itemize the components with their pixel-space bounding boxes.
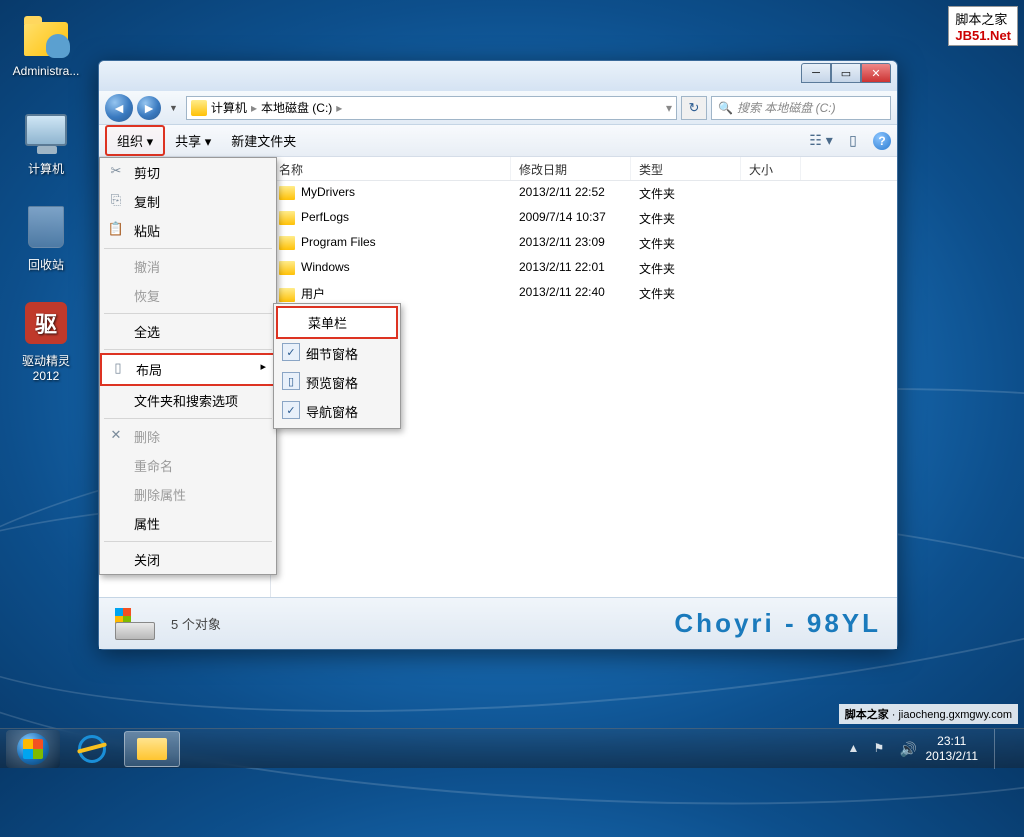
menu-layout[interactable]: ▯布局 bbox=[100, 353, 276, 386]
copy-icon: ⎘ bbox=[108, 192, 124, 208]
menu-close[interactable]: 关闭 bbox=[100, 545, 276, 574]
search-input[interactable]: 🔍 搜索 本地磁盘 (C:) bbox=[711, 96, 891, 120]
desktop-icon-recycle[interactable]: 回收站 bbox=[8, 204, 84, 273]
delete-icon: ✕ bbox=[108, 427, 124, 443]
nav-back-button[interactable]: ◄ bbox=[105, 94, 133, 122]
taskbar: ▲ ⚑ 🔊 23:11 2013/2/11 bbox=[0, 728, 1024, 768]
column-type[interactable]: 类型 bbox=[631, 157, 741, 180]
folder-icon bbox=[279, 261, 295, 275]
scissors-icon: ✂ bbox=[108, 163, 124, 179]
breadcrumb-computer[interactable]: 计算机 ▸ bbox=[211, 99, 257, 116]
tray-flag-icon[interactable]: ⚑ bbox=[874, 741, 890, 757]
folder-icon bbox=[279, 236, 295, 250]
new-folder-button[interactable]: 新建文件夹 bbox=[221, 127, 306, 154]
desktop-icon-computer[interactable]: 计算机 bbox=[8, 108, 84, 177]
desktop-icon-driver[interactable]: 驱 驱动精灵 2012 bbox=[8, 300, 84, 383]
status-count: 5 个对象 bbox=[171, 614, 221, 633]
submenu-details-pane[interactable]: ✓细节窗格 bbox=[276, 339, 398, 368]
menu-copy[interactable]: ⎘复制 bbox=[100, 187, 276, 216]
layout-submenu: 菜单栏 ✓细节窗格 ▯预览窗格 ✓导航窗格 bbox=[273, 303, 401, 429]
menu-cut[interactable]: ✂剪切 bbox=[100, 158, 276, 187]
watermark-bottom-right: 脚本之家 · jiaocheng.gxmgwy.com bbox=[839, 704, 1018, 724]
minimize-button[interactable]: ─ bbox=[801, 63, 831, 83]
address-bar[interactable]: 计算机 ▸ 本地磁盘 (C:) ▸ ▾ bbox=[186, 96, 677, 120]
folder-icon bbox=[279, 211, 295, 225]
organize-menu: ✂剪切 ⎘复制 📋粘贴 撤消 恢复 全选 ▯布局 文件夹和搜索选项 ✕删除 重命… bbox=[99, 157, 277, 575]
menu-delete: ✕删除 bbox=[100, 422, 276, 451]
nav-bar: ◄ ► ▼ 计算机 ▸ 本地磁盘 (C:) ▸ ▾ ↻ 🔍 搜索 本地磁盘 (C… bbox=[99, 91, 897, 125]
check-icon: ✓ bbox=[282, 343, 300, 361]
nav-history-dropdown[interactable]: ▼ bbox=[165, 103, 182, 113]
status-bar: 5 个对象 Choyri - 98YL bbox=[99, 597, 897, 649]
show-desktop-button[interactable] bbox=[994, 729, 1006, 769]
menu-paste[interactable]: 📋粘贴 bbox=[100, 216, 276, 245]
folder-icon bbox=[279, 288, 295, 302]
table-row[interactable]: Windows2013/2/11 22:01文件夹 bbox=[271, 256, 897, 281]
column-headers: 名称 修改日期 类型 大小 bbox=[271, 157, 897, 181]
column-size[interactable]: 大小 bbox=[741, 157, 801, 180]
menu-folder-options[interactable]: 文件夹和搜索选项 bbox=[100, 386, 276, 415]
search-icon: 🔍 bbox=[718, 101, 733, 115]
view-options-button[interactable]: ☷ ▾ bbox=[809, 131, 833, 151]
drive-icon bbox=[115, 608, 157, 640]
start-button[interactable] bbox=[6, 730, 60, 768]
share-button[interactable]: 共享 ▾ bbox=[165, 127, 221, 154]
nav-forward-button[interactable]: ► bbox=[137, 96, 161, 120]
system-tray: ▲ ⚑ 🔊 23:11 2013/2/11 bbox=[848, 729, 1019, 769]
status-brand: Choyri - 98YL bbox=[674, 608, 881, 639]
menu-undo: 撤消 bbox=[100, 252, 276, 281]
table-row[interactable]: Program Files2013/2/11 23:09文件夹 bbox=[271, 231, 897, 256]
layout-icon: ▯ bbox=[110, 360, 126, 376]
menu-properties[interactable]: 属性 bbox=[100, 509, 276, 538]
menu-remove-properties: 删除属性 bbox=[100, 480, 276, 509]
drive-icon bbox=[191, 100, 207, 116]
taskbar-explorer[interactable] bbox=[124, 731, 180, 767]
menu-select-all[interactable]: 全选 bbox=[100, 317, 276, 346]
tray-up-icon[interactable]: ▲ bbox=[848, 741, 864, 757]
breadcrumb-drive[interactable]: 本地磁盘 (C:) ▸ bbox=[261, 99, 342, 116]
pane-icon: ▯ bbox=[282, 372, 300, 390]
table-row[interactable]: MyDrivers2013/2/11 22:52文件夹 bbox=[271, 181, 897, 206]
watermark-top-right: 脚本之家 JB51.Net bbox=[948, 6, 1018, 46]
column-date[interactable]: 修改日期 bbox=[511, 157, 631, 180]
table-row[interactable]: PerfLogs2009/7/14 10:37文件夹 bbox=[271, 206, 897, 231]
folder-icon bbox=[279, 186, 295, 200]
desktop-icon-label: 计算机 bbox=[8, 160, 84, 177]
help-button[interactable]: ? bbox=[873, 132, 891, 150]
close-button[interactable]: ✕ bbox=[861, 63, 891, 83]
toolbar: 组织 ▾ 共享 ▾ 新建文件夹 ☷ ▾ ▯ ? bbox=[99, 125, 897, 157]
tray-volume-icon[interactable]: 🔊 bbox=[900, 741, 916, 757]
window-titlebar[interactable]: ─ ▭ ✕ bbox=[99, 61, 897, 91]
maximize-button[interactable]: ▭ bbox=[831, 63, 861, 83]
desktop-icon-label: Administra... bbox=[8, 64, 84, 78]
refresh-button[interactable]: ↻ bbox=[681, 96, 707, 120]
submenu-menubar[interactable]: 菜单栏 bbox=[276, 306, 398, 339]
desktop-icon-label: 回收站 bbox=[8, 256, 84, 273]
organize-button[interactable]: 组织 ▾ bbox=[105, 125, 165, 156]
menu-redo: 恢复 bbox=[100, 281, 276, 310]
preview-pane-button[interactable]: ▯ bbox=[841, 131, 865, 151]
submenu-nav-pane[interactable]: ✓导航窗格 bbox=[276, 397, 398, 426]
folder-icon bbox=[137, 738, 167, 760]
desktop-icon-label: 驱动精灵 2012 bbox=[8, 352, 84, 383]
explorer-window: ─ ▭ ✕ ◄ ► ▼ 计算机 ▸ 本地磁盘 (C:) ▸ ▾ ↻ 🔍 bbox=[98, 60, 898, 650]
taskbar-ie[interactable] bbox=[64, 731, 120, 767]
ie-icon bbox=[78, 735, 106, 763]
check-icon: ✓ bbox=[282, 401, 300, 419]
desktop-icon-administrator[interactable]: Administra... bbox=[8, 12, 84, 78]
tray-clock[interactable]: 23:11 2013/2/11 bbox=[926, 734, 979, 763]
menu-rename: 重命名 bbox=[100, 451, 276, 480]
column-name[interactable]: 名称 bbox=[271, 157, 511, 180]
paste-icon: 📋 bbox=[108, 221, 124, 237]
submenu-preview-pane[interactable]: ▯预览窗格 bbox=[276, 368, 398, 397]
